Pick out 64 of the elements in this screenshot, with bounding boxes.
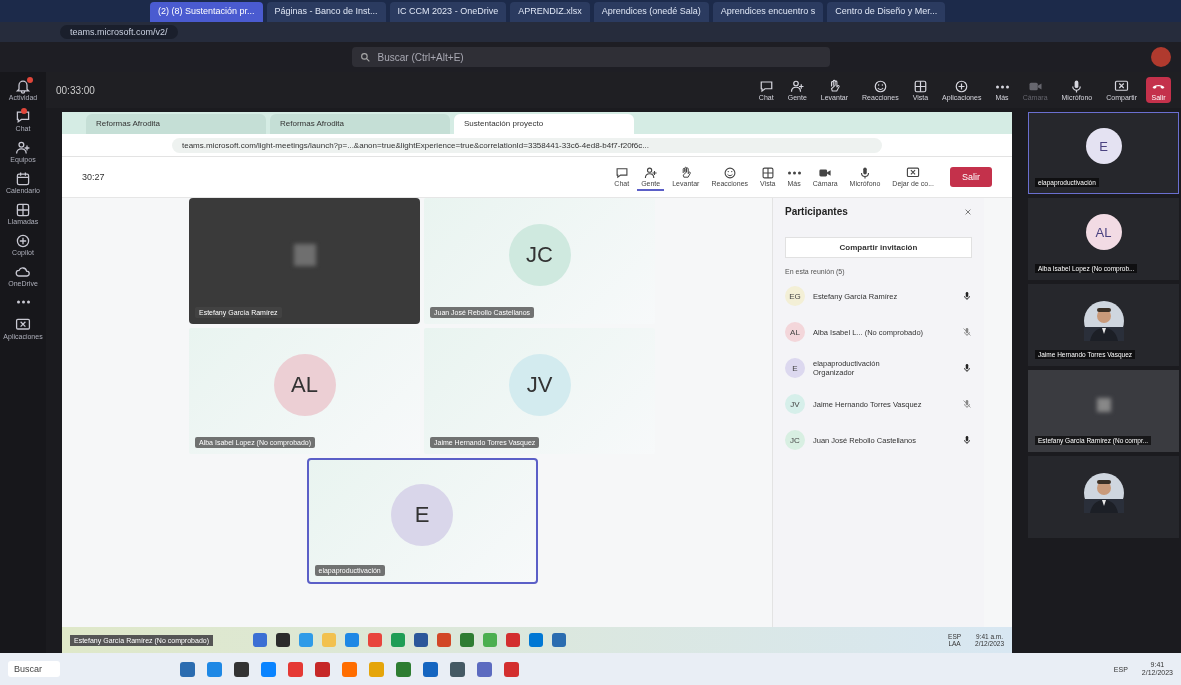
avatar: E	[1085, 128, 1122, 164]
app-icon[interactable]	[180, 661, 195, 677]
leave-button[interactable]: Salir	[950, 167, 992, 187]
search-field[interactable]: Buscar	[8, 661, 60, 677]
people-icon	[789, 79, 805, 94]
search-field[interactable]: Buscar (Ctrl+Alt+E)	[351, 47, 830, 68]
meeting-timer: 30:27	[82, 172, 105, 182]
smile-icon	[872, 79, 888, 94]
avatar: JC	[785, 430, 805, 450]
plus-circle-icon	[15, 233, 31, 249]
more-icon	[787, 170, 801, 175]
browser-tab[interactable]: Aprendices (onedé Sala)	[593, 2, 709, 22]
avatar: AL	[785, 322, 805, 342]
notification-badge	[21, 108, 27, 114]
chat-icon	[15, 109, 31, 125]
grid-icon	[760, 165, 775, 180]
grid-icon	[912, 79, 928, 94]
smile-icon	[722, 165, 737, 180]
avatar: AL	[1085, 214, 1122, 250]
browser-tab[interactable]: Centro de Diseño y Mer...	[827, 2, 946, 22]
avatar: AL	[273, 354, 336, 416]
avatar: E	[391, 484, 453, 546]
address-bar[interactable]: teams.microsoft.com/v2/	[60, 25, 178, 39]
people-icon	[15, 140, 31, 156]
browser-tab[interactable]: Sustentación proyecto	[454, 114, 634, 134]
browser-tab[interactable]: Aprendices encuentro s	[712, 2, 824, 22]
address-bar[interactable]: teams.microsoft.com/light-meetings/launch?p=...&anon=true&lightExperience=true&correlationId=3358441-33c6-4ed8-b4f7-f20f6c...	[172, 137, 882, 153]
browser-tab[interactable]: Reformas Afrodita	[86, 114, 266, 134]
browser-tab[interactable]: Páginas - Banco de Inst...	[266, 2, 386, 22]
chat-icon	[758, 79, 774, 94]
grid-icon	[15, 202, 31, 218]
panel-title: Participantes	[785, 206, 848, 217]
search-icon	[359, 51, 371, 63]
browser-tab[interactable]: Reformas Afrodita	[270, 114, 450, 134]
cloud-icon	[15, 264, 31, 280]
chat-icon	[614, 165, 629, 180]
browser-tab[interactable]: (2) (8) Sustentación pr...	[150, 2, 263, 22]
avatar: JV	[785, 394, 805, 414]
avatar: EG	[785, 286, 805, 306]
app-icon[interactable]	[234, 661, 249, 677]
app-icon[interactable]	[315, 661, 330, 677]
invite-button[interactable]: Compartir invitación	[785, 237, 972, 258]
avatar: JC	[508, 224, 571, 286]
calendar-icon	[15, 171, 31, 187]
user-avatar[interactable]	[1151, 47, 1171, 67]
meeting-timer: 00:33:00	[56, 84, 95, 96]
avatar: E	[785, 358, 805, 378]
people-icon	[643, 165, 658, 180]
notification-badge	[27, 77, 34, 83]
screen-icon	[906, 165, 921, 180]
close-icon[interactable]	[964, 207, 972, 216]
avatar: JV	[508, 354, 571, 416]
app-icon[interactable]	[450, 661, 465, 677]
browser-tab[interactable]: APRENDIZ.xlsx	[510, 2, 590, 22]
video-placeholder	[293, 244, 316, 266]
plus-circle-icon	[954, 79, 970, 94]
more-icon	[16, 300, 30, 304]
screen-icon	[15, 317, 31, 333]
video-placeholder	[1096, 398, 1111, 412]
screen-icon	[1114, 79, 1130, 94]
browser-tab[interactable]: IC CCM 2023 - OneDrive	[389, 2, 507, 22]
bell-icon	[15, 78, 31, 94]
app-icon[interactable]	[423, 661, 438, 677]
more-icon	[995, 84, 1009, 89]
